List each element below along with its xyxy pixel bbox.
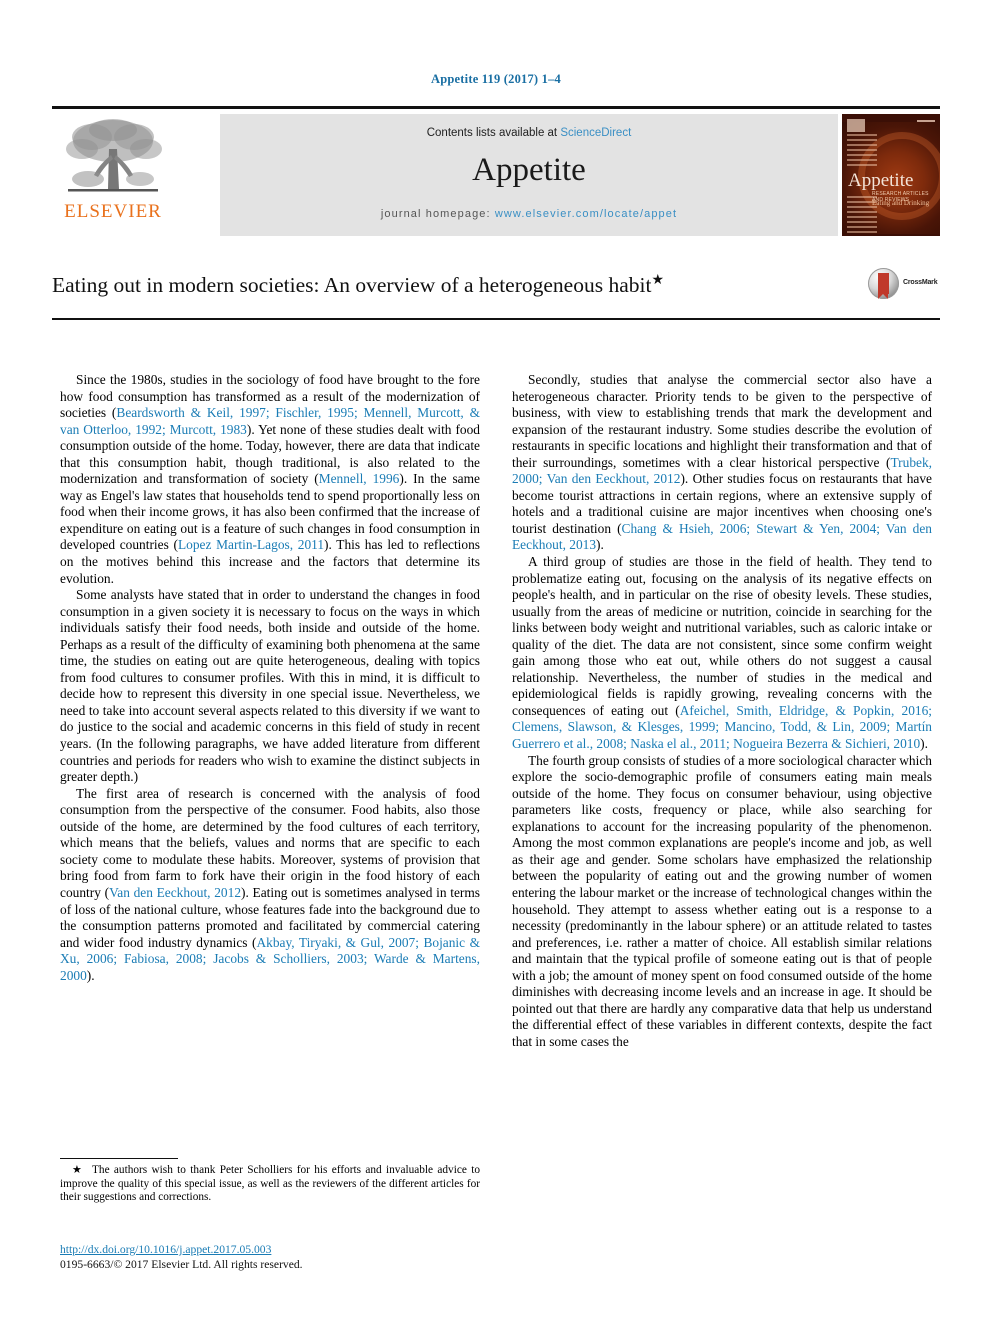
article-title-text: Eating out in modern societies: An overv… [52,273,652,298]
journal-title: Appetite [472,152,586,188]
citation-link[interactable]: Mennell, 1996 [319,471,400,486]
journal-homepage-link[interactable]: www.elsevier.com/locate/appet [495,208,677,220]
doi-link[interactable]: http://dx.doi.org/10.1016/j.appet.2017.0… [60,1243,490,1256]
title-divider [52,318,940,320]
elsevier-wordmark: ELSEVIER [64,201,162,222]
left-column: Since the 1980s, studies in the sociolog… [60,372,480,984]
journal-masthead: ELSEVIER Contents lists available at Sci… [52,106,940,237]
cover-journal-title: Appetite [848,170,914,191]
contents-prefix: Contents lists available at [426,127,561,139]
paragraph: Some analysts have stated that in order … [60,587,480,785]
journal-homepage-line: journal homepage: www.elsevier.com/locat… [220,208,838,220]
citation-link[interactable]: Beardsworth & Keil, 1997; Fischler, 1995… [60,405,480,437]
footnote-body: The authors wish to thank Peter Schollie… [60,1164,480,1204]
paragraph: Secondly, studies that analyse the comme… [512,372,932,553]
contents-available-line: Contents lists available at ScienceDirec… [220,127,838,139]
masthead-panel: Contents lists available at ScienceDirec… [220,114,838,236]
journal-cover-thumbnail: Appetite RESEARCH ARTICLES AND REVIEWS E… [842,114,940,236]
page-title: Eating out in modern societies: An overv… [52,272,940,299]
paragraph: A third group of studies are those in th… [512,554,932,752]
homepage-prefix: journal homepage: [380,208,495,220]
title-block: Eating out in modern societies: An overv… [52,268,940,299]
paragraph: The first area of research is concerned … [60,785,480,983]
citation-link[interactable]: Chang & Hsieh, 2006; Stewart & Yen, 2004… [512,521,932,553]
footer-block: http://dx.doi.org/10.1016/j.appet.2017.0… [60,1243,490,1271]
copyright-line: 0195-6663/© 2017 Elsevier Ltd. All right… [60,1258,303,1271]
right-column: Secondly, studies that analyse the comme… [512,372,932,1050]
citation-link[interactable]: Afeichel, Smith, Eldridge, & Popkin, 201… [512,703,932,751]
sciencedirect-link[interactable]: ScienceDirect [560,127,631,139]
citation-link[interactable]: Lopez Martin-Lagos, 2011 [178,537,324,552]
footnote-divider [60,1158,178,1159]
citation-link[interactable]: Akbay, Tiryaki, & Gul, 2007; Bojanic & X… [60,935,480,983]
citation-link[interactable]: Van den Eeckhout, 2012 [109,885,241,900]
footnote-text: ★ The authors wish to thank Peter Scholl… [60,1164,480,1205]
paragraph: The fourth group consists of studies of … [512,752,932,1049]
crossmark-icon [868,268,899,299]
cover-subtitle: Eating and Drinking [872,199,930,207]
title-footnote-marker: ★ [651,273,665,288]
citation-link[interactable]: Trubek, 2000; Van den Eeckhout, 2012 [512,455,932,487]
crossmark-badge[interactable]: CrossMark [868,268,940,300]
paragraph: Since the 1980s, studies in the sociolog… [60,372,480,586]
running-head: Appetite 119 (2017) 1–4 [431,72,561,86]
crossmark-label: CrossMark [903,279,938,286]
elsevier-tree-icon: ELSEVIER [54,115,172,235]
footnote-marker: ★ [72,1164,84,1176]
article-page: Appetite 119 (2017) 1–4 ELSEVIER Content… [0,0,992,1323]
title-footnote: ★ The authors wish to thank Peter Scholl… [60,1158,480,1205]
